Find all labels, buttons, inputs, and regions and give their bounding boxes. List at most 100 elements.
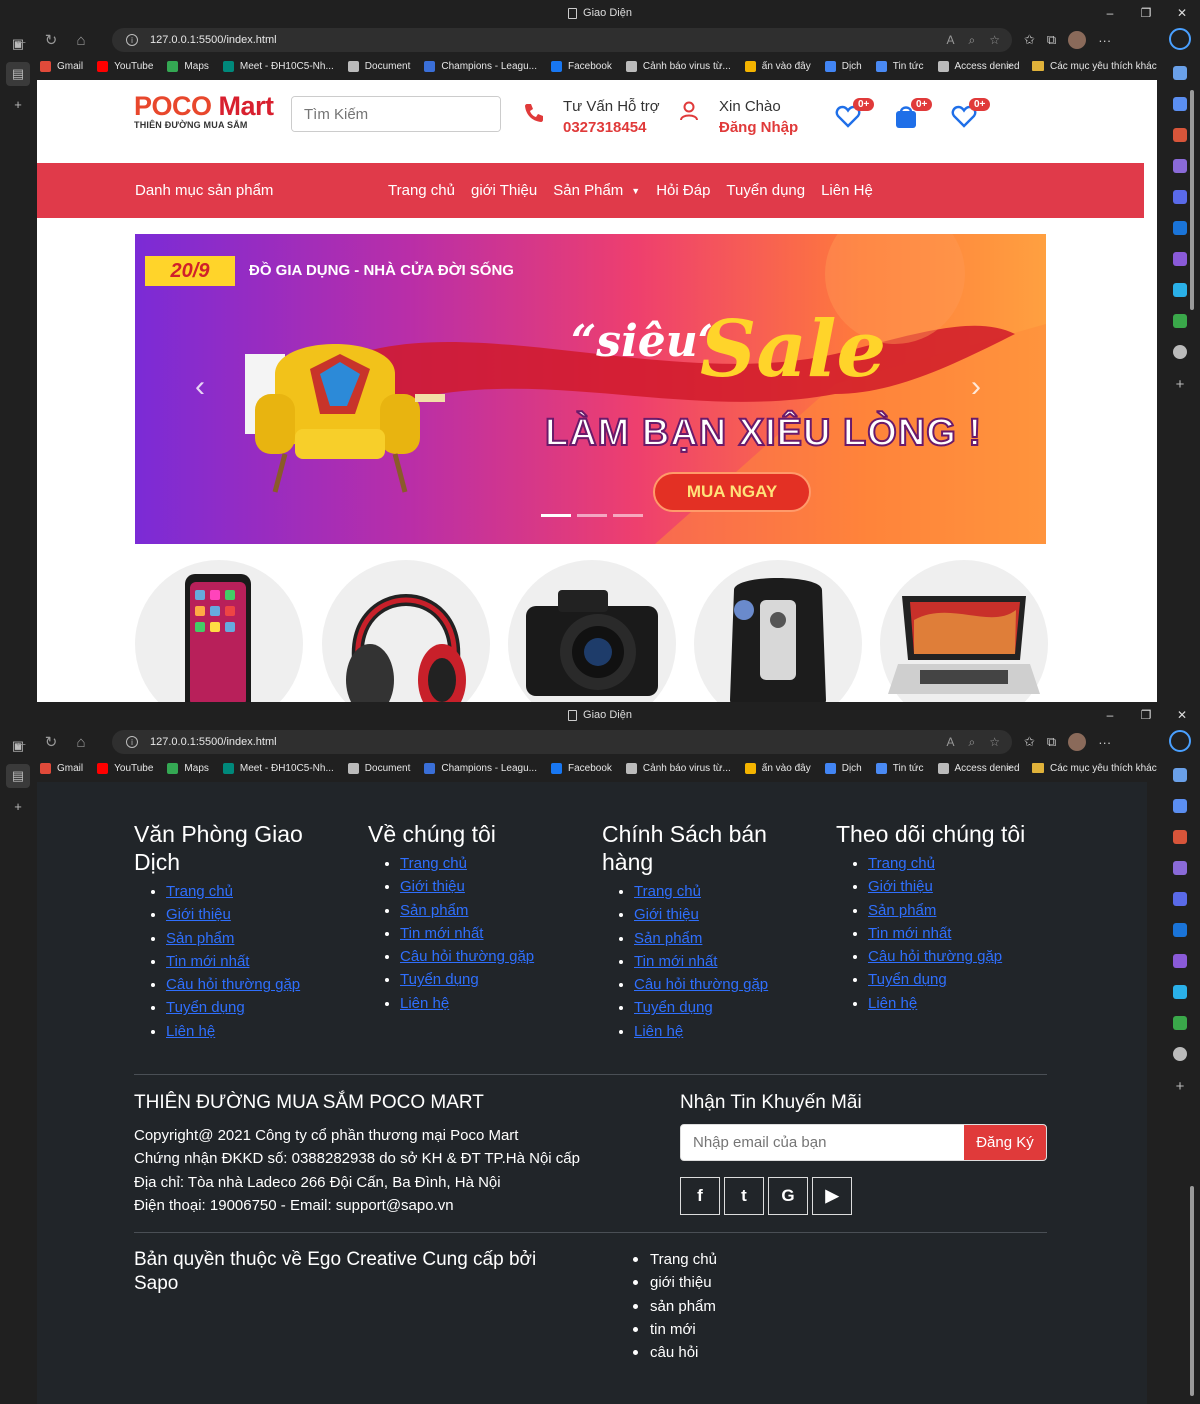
- bookmark-item[interactable]: Gmail: [40, 60, 83, 72]
- footer-link[interactable]: Tin mới nhất: [634, 953, 717, 970]
- bookmark-item[interactable]: Dịch: [824, 762, 862, 774]
- carousel-next-icon[interactable]: ›: [971, 370, 981, 404]
- footer-link[interactable]: Sản phẩm: [400, 902, 468, 919]
- shopping-icon[interactable]: [1173, 799, 1187, 813]
- avatar[interactable]: [1068, 733, 1087, 751]
- refresh-icon[interactable]: ↻: [36, 31, 66, 49]
- info-icon[interactable]: i: [126, 736, 138, 748]
- address-bar[interactable]: i 127.0.0.1:5500/index.html A ⌕ ☆: [112, 730, 1012, 754]
- google-icon[interactable]: G: [768, 1177, 808, 1215]
- footer-link[interactable]: Giới thiệu: [166, 906, 231, 923]
- bookmark-item[interactable]: Cảnh báo virus từ...: [625, 60, 731, 72]
- footer-link[interactable]: Sản phẩm: [634, 930, 702, 947]
- refresh-icon[interactable]: ↻: [36, 733, 66, 751]
- back-icon[interactable]: ←: [6, 734, 36, 751]
- scrollbar-thumb[interactable]: [1190, 1186, 1194, 1396]
- games-icon[interactable]: [1173, 861, 1187, 875]
- carousel-dot[interactable]: [613, 514, 643, 517]
- footer-link[interactable]: Tin mới nhất: [166, 953, 249, 970]
- footer-link[interactable]: Liên hệ: [868, 995, 917, 1012]
- wishlist-button[interactable]: 0+: [835, 96, 875, 132]
- footer-link[interactable]: Giới thiệu: [634, 906, 699, 923]
- collections-icon[interactable]: ⧉: [1047, 32, 1056, 48]
- support-phone[interactable]: 0327318454: [563, 119, 660, 136]
- games-icon[interactable]: [1173, 159, 1187, 173]
- bookmark-item[interactable]: Document: [347, 762, 410, 774]
- gear-icon[interactable]: [1173, 1047, 1187, 1061]
- close-button[interactable]: ✕: [1164, 0, 1200, 26]
- other-favorites-folder[interactable]: Các mục yêu thích khác: [1032, 61, 1157, 72]
- bottom-link-faq[interactable]: câu hỏi: [633, 1341, 717, 1364]
- bing-icon[interactable]: [1169, 730, 1191, 752]
- nav-about[interactable]: giới Thiệu: [471, 182, 537, 199]
- zoom-icon[interactable]: ⌕: [969, 735, 976, 750]
- gear-icon[interactable]: [1173, 345, 1187, 359]
- facebook-icon[interactable]: f: [680, 1177, 720, 1215]
- footer-link[interactable]: Trang chủ: [868, 855, 935, 872]
- bookmark-item[interactable]: Facebook: [551, 60, 612, 72]
- bottom-link-products[interactable]: sản phẩm: [633, 1295, 717, 1318]
- nav-products[interactable]: Sản Phẩm ▼: [553, 182, 640, 199]
- maximize-button[interactable]: ❐: [1128, 702, 1164, 728]
- tab-current[interactable]: ▤: [6, 764, 30, 788]
- product-laptop[interactable]: [880, 560, 1048, 702]
- send-icon[interactable]: [1173, 283, 1187, 297]
- minimize-button[interactable]: –: [1092, 0, 1128, 26]
- scrollbar[interactable]: [1188, 786, 1196, 1398]
- drop-icon[interactable]: [1173, 954, 1187, 968]
- bookmark-item[interactable]: Facebook: [551, 762, 612, 774]
- bookmark-item[interactable]: Tin tức: [875, 60, 924, 72]
- bookmark-item[interactable]: Cảnh báo virus từ...: [625, 762, 731, 774]
- drop-icon[interactable]: [1173, 252, 1187, 266]
- read-aloud-icon[interactable]: A: [946, 33, 954, 47]
- product-headphones[interactable]: [322, 560, 490, 702]
- footer-link[interactable]: Sản phẩm: [868, 902, 936, 919]
- footer-link[interactable]: Tin mới nhất: [400, 925, 483, 942]
- more-icon[interactable]: ···: [1098, 33, 1111, 48]
- youtube-icon[interactable]: ▶: [812, 1177, 852, 1215]
- favorites-icon[interactable]: ✩: [1024, 32, 1035, 48]
- footer-link[interactable]: Câu hỏi thường gặp: [868, 948, 1002, 965]
- twitter-icon[interactable]: t: [724, 1177, 764, 1215]
- carousel-dot[interactable]: [577, 514, 607, 517]
- scrollbar-thumb[interactable]: [1190, 90, 1194, 310]
- product-phone[interactable]: [135, 560, 303, 702]
- bookmark-item[interactable]: YouTube: [97, 60, 153, 72]
- scrollbar[interactable]: [1188, 84, 1196, 696]
- cart-button[interactable]: 0+: [893, 96, 933, 132]
- send-icon[interactable]: [1173, 985, 1187, 999]
- bookmark-item[interactable]: Tin tức: [875, 762, 924, 774]
- zoom-icon[interactable]: ⌕: [969, 33, 976, 48]
- footer-link[interactable]: Sản phẩm: [166, 930, 234, 947]
- bottom-link-about[interactable]: giới thiệu: [633, 1271, 717, 1294]
- close-button[interactable]: ✕: [1164, 702, 1200, 728]
- minimize-button[interactable]: –: [1092, 702, 1128, 728]
- footer-link[interactable]: Tuyển dụng: [166, 999, 245, 1016]
- favorite-add-icon[interactable]: ☆: [989, 735, 1000, 749]
- footer-link[interactable]: Trang chủ: [400, 855, 467, 872]
- hero-banner[interactable]: 20/9 ĐỒ GIA DỤNG - NHÀ CỬA ĐỜI SỐNG “siê…: [135, 234, 1046, 544]
- bookmark-item[interactable]: Champions - Leagu...: [424, 60, 537, 72]
- outlook-icon[interactable]: [1173, 221, 1187, 235]
- carousel-prev-icon[interactable]: ‹: [195, 370, 205, 404]
- nav-contact[interactable]: Liên Hệ: [821, 182, 873, 199]
- back-icon[interactable]: ←: [6, 32, 36, 49]
- bottom-link-news[interactable]: tin mới: [633, 1318, 717, 1341]
- footer-link[interactable]: Trang chủ: [166, 883, 233, 900]
- bookmark-item[interactable]: Gmail: [40, 762, 83, 774]
- subscribe-button[interactable]: Đăng Ký: [964, 1125, 1046, 1160]
- search-input[interactable]: [292, 97, 500, 131]
- collections-icon[interactable]: ⧉: [1047, 734, 1056, 750]
- shopping-icon[interactable]: [1173, 97, 1187, 111]
- bookmark-item[interactable]: YouTube: [97, 762, 153, 774]
- bookmark-item[interactable]: Meet - ĐH10C5-Nh...: [222, 60, 334, 72]
- avatar[interactable]: [1068, 31, 1087, 49]
- info-icon[interactable]: i: [126, 34, 138, 46]
- logo[interactable]: POCO Mart THIÊN ĐƯỜNG MUA SẮM: [134, 92, 274, 130]
- footer-link[interactable]: Câu hỏi thường gặp: [166, 976, 300, 993]
- login-link[interactable]: Đăng Nhập: [719, 119, 798, 136]
- footer-link[interactable]: Tuyển dụng: [634, 999, 713, 1016]
- office-icon[interactable]: [1173, 190, 1187, 204]
- home-icon[interactable]: ⌂: [66, 32, 96, 49]
- footer-link[interactable]: Tuyển dụng: [868, 971, 947, 988]
